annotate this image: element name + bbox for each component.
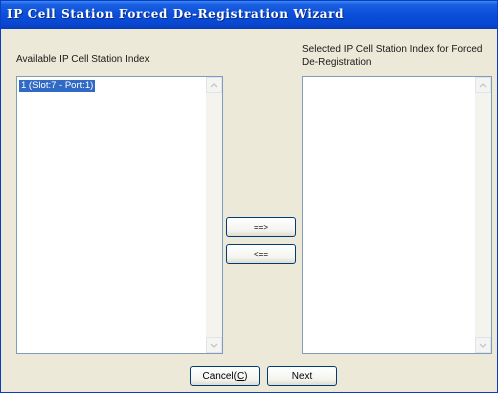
cancel-label: Cancel( (202, 370, 237, 382)
list-item[interactable]: 1 (Slot:7 - Port:1) (19, 80, 96, 92)
available-listbox[interactable]: 1 (Slot:7 - Port:1) (16, 76, 223, 354)
remove-button[interactable]: <== (226, 244, 296, 264)
chevron-down-icon (210, 343, 218, 348)
selected-listbox[interactable] (302, 76, 492, 354)
chevron-down-icon (479, 343, 487, 348)
available-scrollbar[interactable] (206, 77, 222, 353)
selected-label: Selected IP Cell Station Index for Force… (302, 43, 482, 69)
scroll-up-button[interactable] (206, 77, 222, 93)
add-button[interactable]: ==> (226, 217, 296, 237)
selected-scrollbar[interactable] (475, 77, 491, 353)
title-bar: IP Cell Station Forced De-Registration W… (1, 1, 497, 29)
available-label: Available IP Cell Station Index (16, 54, 150, 65)
scroll-up-button[interactable] (475, 77, 491, 93)
next-button[interactable]: Next (267, 366, 337, 386)
cancel-label-close: ) (244, 370, 248, 382)
chevron-up-icon (479, 82, 487, 87)
selected-label-line2: De-Registration (302, 57, 372, 68)
chevron-up-icon (210, 82, 218, 87)
wizard-window: IP Cell Station Forced De-Registration W… (0, 0, 498, 393)
cancel-mnemonic: C (236, 370, 245, 382)
cancel-button[interactable]: Cancel(C) (190, 366, 260, 386)
scroll-down-button[interactable] (475, 337, 491, 353)
selected-label-line1: Selected IP Cell Station Index for Force… (302, 44, 483, 55)
scroll-down-button[interactable] (206, 337, 222, 353)
window-title: IP Cell Station Forced De-Registration W… (7, 7, 345, 21)
